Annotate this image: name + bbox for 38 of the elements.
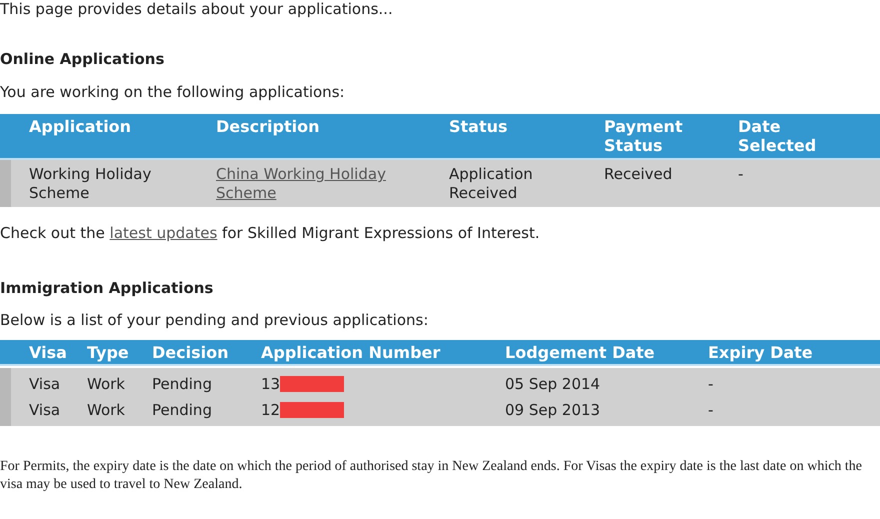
column-header: Application (29, 117, 132, 138)
description-link[interactable]: China Working Holiday Scheme (216, 165, 416, 203)
table-cell-text: Application Received (449, 165, 534, 204)
column-header: Visa (29, 342, 68, 362)
table-cell: 12 (261, 400, 280, 420)
footnote-text: For Permits, the expiry date is the date on which the period of authorised stay in New Zealand ends. For Visas the expiry date is the last date on which the visa may be used to travel to New Zealand. (0, 458, 864, 494)
column-header: Status (449, 117, 508, 138)
intro-text: This page provides details about your applications... (0, 0, 394, 19)
table-cell-text: Working Holiday Scheme (29, 165, 152, 204)
table-cell-text: 09 Sep 2013 (505, 400, 602, 420)
table-cell-text: - (738, 165, 744, 185)
column-header: Decision (152, 342, 230, 362)
table-cell-text: Work (87, 374, 126, 394)
column-header: Payment Status (604, 117, 683, 155)
table-cell-text: - (708, 400, 714, 420)
section-subtitle: Below is a list of your pending and previous applications: (0, 311, 430, 330)
column-header: Lodgement Date (505, 342, 656, 362)
updates-note: Check out the latest updates for Skilled Migrant Expressions of Interest. (0, 224, 541, 243)
table-cell-text: Pending (152, 400, 213, 420)
table-cell-text: 05 Sep 2014 (505, 374, 602, 394)
table-cell: 13 (261, 374, 280, 394)
section-subtitle: You are working on the following applications: (0, 83, 346, 102)
column-header: Date Selected (738, 117, 816, 155)
row-edge-strip (0, 160, 11, 207)
table-cell-text: Visa (29, 400, 62, 420)
table-cell-text: Visa (29, 374, 62, 394)
row-edge-strip (0, 368, 11, 426)
latest-updates-link[interactable]: latest updates (110, 224, 218, 242)
table-cell-text: Pending (152, 374, 213, 394)
table-cell-text: Work (87, 400, 126, 420)
column-header: Expiry Date (708, 342, 814, 362)
table-cell-text: - (708, 374, 714, 394)
column-header: Type (87, 342, 130, 362)
section-heading: Online Applications (0, 50, 166, 69)
column-header: Application Number (261, 342, 442, 362)
table-cell-text: Received (604, 165, 674, 185)
section-heading: Immigration Applications (0, 279, 214, 298)
column-header: Description (216, 117, 320, 138)
